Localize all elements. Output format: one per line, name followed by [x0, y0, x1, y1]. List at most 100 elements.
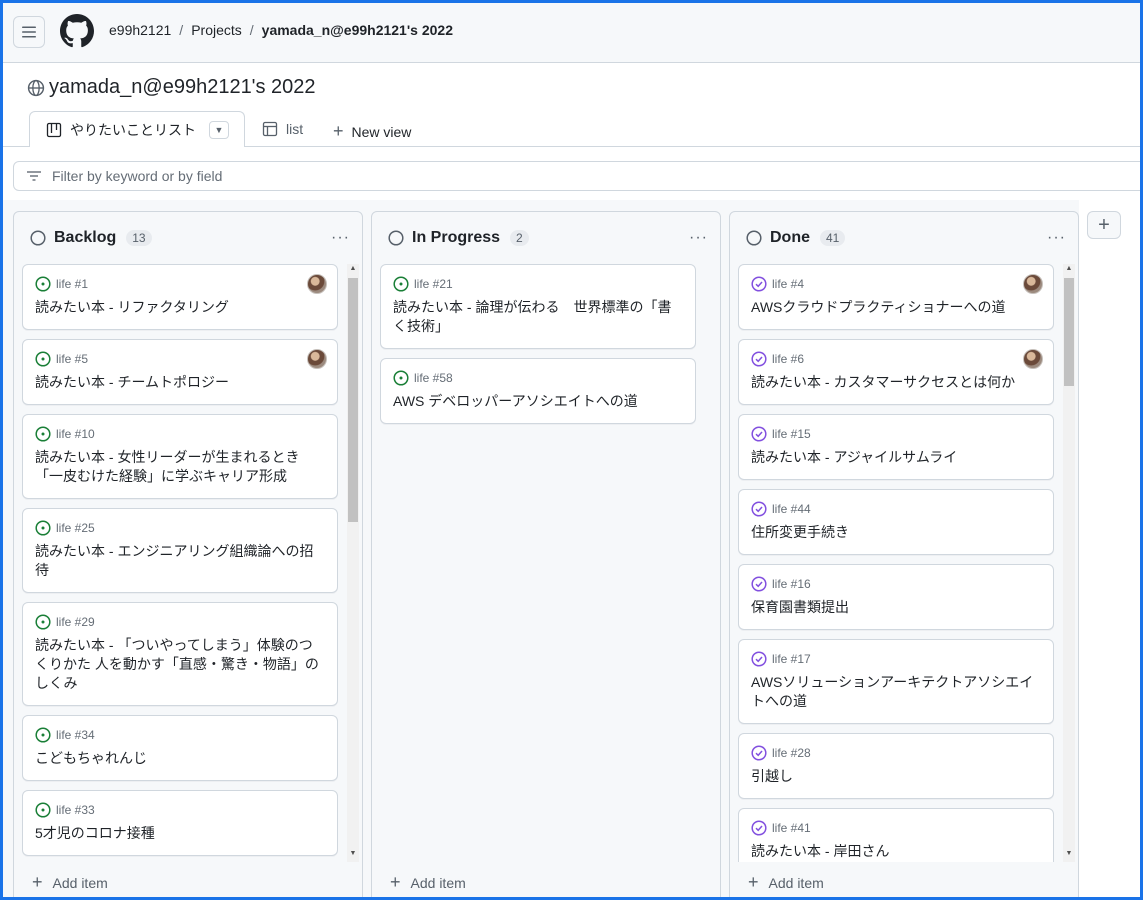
scrollbar-thumb[interactable] [1064, 278, 1074, 386]
card-meta: life #58 [393, 370, 683, 386]
issue-card[interactable]: life #15 読みたい本 - アジャイルサムライ [738, 414, 1054, 480]
assignee-avatar[interactable] [1023, 274, 1043, 294]
issue-open-icon [35, 520, 51, 536]
column-more-options-icon[interactable]: ··· [331, 229, 350, 247]
issue-title[interactable]: 住所変更手続き [751, 523, 1041, 542]
issue-closed-icon [751, 820, 767, 836]
breadcrumb-projects-link[interactable]: Projects [191, 22, 242, 38]
breadcrumb-owner-link[interactable]: e99h2121 [109, 22, 171, 38]
table-icon [262, 121, 278, 137]
assignee-avatar[interactable] [307, 349, 327, 369]
column-scrollbar[interactable]: ▲ ▼ [1063, 264, 1075, 862]
card-meta: life #4 [751, 276, 1041, 292]
card-meta: life #33 [35, 802, 325, 818]
issue-card[interactable]: life #21 読みたい本 - 論理が伝わる 世界標準の「書く技術」 [380, 264, 696, 349]
issue-card[interactable]: life #41 読みたい本 - 岸田さん [738, 808, 1054, 862]
issue-title[interactable]: 保育園書類提出 [751, 598, 1041, 617]
board-column: Done 41 ··· life #4 AWSクラウドプラクティショナーへの道 life … [729, 211, 1079, 900]
issue-reference: life #28 [772, 746, 811, 760]
issue-card[interactable]: life #33 5才児のコロナ接種 [22, 790, 338, 856]
filter-input[interactable]: Filter by keyword or by field [13, 161, 1143, 191]
issue-reference: life #41 [772, 821, 811, 835]
issue-card[interactable]: life #44 住所変更手続き [738, 489, 1054, 555]
issue-card[interactable]: life #5 読みたい本 - チームトポロジー [22, 339, 338, 405]
assignee-avatar[interactable] [307, 274, 327, 294]
add-item-button[interactable]: + Add item [32, 872, 108, 893]
scroll-down-arrow-icon[interactable]: ▼ [1065, 850, 1073, 857]
scroll-up-arrow-icon[interactable]: ▲ [1065, 265, 1073, 272]
breadcrumb-separator: / [249, 22, 254, 38]
issue-title[interactable]: 読みたい本 - カスタマーサクセスとは何か [751, 373, 1041, 392]
issue-title[interactable]: 読みたい本 - 女性リーダーが生まれるとき「一皮むけた経験」に学ぶキャリア形成 [35, 448, 325, 486]
issue-card[interactable]: life #16 保育園書類提出 [738, 564, 1054, 630]
issue-open-icon [35, 727, 51, 743]
view-options-dropdown-button[interactable]: ▼ [209, 120, 229, 139]
issue-open-icon [393, 370, 409, 386]
issue-card[interactable]: life #1 読みたい本 - リファクタリング [22, 264, 338, 330]
issue-title[interactable]: AWSソリューションアーキテクトアソシエイトへの道 [751, 673, 1041, 711]
issue-title[interactable]: 読みたい本 - 論理が伝わる 世界標準の「書く技術」 [393, 298, 683, 336]
card-meta: life #34 [35, 727, 325, 743]
issue-reference: life #33 [56, 803, 95, 817]
issue-card[interactable]: life #25 読みたい本 - エンジニアリング組織論への招待 [22, 508, 338, 593]
issue-title[interactable]: 読みたい本 - リファクタリング [35, 298, 325, 317]
card-meta: life #17 [751, 651, 1041, 667]
board-icon [46, 122, 62, 137]
scroll-up-arrow-icon[interactable]: ▲ [349, 265, 357, 272]
issue-reference: life #29 [56, 615, 95, 629]
issue-title[interactable]: 5才児のコロナ接種 [35, 824, 325, 843]
issue-closed-icon [751, 426, 767, 442]
issue-title[interactable]: 読みたい本 - エンジニアリング組織論への招待 [35, 542, 325, 580]
issue-title[interactable]: 読みたい本 - 「ついやってしまう」体験のつくりかた 人を動かす「直感・驚き・物… [35, 636, 325, 693]
add-column-button[interactable]: + [1087, 211, 1121, 239]
issue-title[interactable]: 引越し [751, 767, 1041, 786]
issue-card[interactable]: life #4 AWSクラウドプラクティショナーへの道 [738, 264, 1054, 330]
status-circle-icon [30, 230, 46, 246]
tab-board-view[interactable]: やりたいことリスト ▼ [29, 111, 245, 147]
board-right-area [1079, 200, 1143, 900]
card-meta: life #29 [35, 614, 325, 630]
issue-card[interactable]: life #6 読みたい本 - カスタマーサクセスとは何か [738, 339, 1054, 405]
column-more-options-icon[interactable]: ··· [689, 229, 708, 247]
plus-icon: + [333, 121, 344, 141]
column-header: Backlog 13 ··· [30, 228, 350, 248]
plus-icon: + [32, 872, 43, 892]
tab-list-view[interactable]: list [262, 121, 303, 137]
hamburger-menu-button[interactable] [13, 16, 45, 48]
issue-title[interactable]: AWS デベロッパーアソシエイトへの道 [393, 392, 683, 411]
card-meta: life #16 [751, 576, 1041, 592]
issue-card[interactable]: life #58 AWS デベロッパーアソシエイトへの道 [380, 358, 696, 424]
project-title-row: yamada_n@e99h2121's 2022 [27, 76, 316, 99]
issue-title[interactable]: 読みたい本 - チームトポロジー [35, 373, 325, 392]
issue-reference: life #6 [772, 352, 805, 366]
issue-reference: life #58 [414, 371, 453, 385]
add-item-button[interactable]: + Add item [390, 872, 466, 893]
issue-card[interactable]: life #28 引越し [738, 733, 1054, 799]
scrollbar-thumb[interactable] [348, 278, 358, 522]
column-cards-list: life #21 読みたい本 - 論理が伝わる 世界標準の「書く技術」 life #… [380, 264, 696, 862]
issue-card[interactable]: life #34 こどもちゃれんじ [22, 715, 338, 781]
issue-card[interactable]: life #17 AWSソリューションアーキテクトアソシエイトへの道 [738, 639, 1054, 724]
column-scrollbar[interactable]: ▲ ▼ [347, 264, 359, 862]
issue-card[interactable]: life #10 読みたい本 - 女性リーダーが生まれるとき「一皮むけた経験」に学… [22, 414, 338, 499]
github-logo-icon[interactable] [60, 14, 94, 48]
issue-reference: life #44 [772, 502, 811, 516]
issue-card[interactable]: life #29 読みたい本 - 「ついやってしまう」体験のつくりかた 人を動かす… [22, 602, 338, 706]
assignee-avatar[interactable] [1023, 349, 1043, 369]
column-more-options-icon[interactable]: ··· [1047, 229, 1066, 247]
add-item-button[interactable]: + Add item [748, 872, 824, 893]
issue-title[interactable]: AWSクラウドプラクティショナーへの道 [751, 298, 1041, 317]
scroll-down-arrow-icon[interactable]: ▼ [349, 850, 357, 857]
issue-title[interactable]: 読みたい本 - 岸田さん [751, 842, 1041, 861]
breadcrumb-current-project[interactable]: yamada_n@e99h2121's 2022 [262, 22, 453, 38]
issue-closed-icon [751, 745, 767, 761]
breadcrumb: e99h2121 / Projects / yamada_n@e99h2121'… [109, 22, 453, 38]
new-view-button[interactable]: + New view [333, 121, 411, 142]
card-meta: life #15 [751, 426, 1041, 442]
add-item-label: Add item [768, 874, 824, 891]
issue-title[interactable]: こどもちゃれんじ [35, 749, 325, 768]
issue-reference: life #10 [56, 427, 95, 441]
issue-title[interactable]: 読みたい本 - アジャイルサムライ [751, 448, 1041, 467]
card-meta: life #1 [35, 276, 325, 292]
page-title: yamada_n@e99h2121's 2022 [49, 76, 316, 98]
